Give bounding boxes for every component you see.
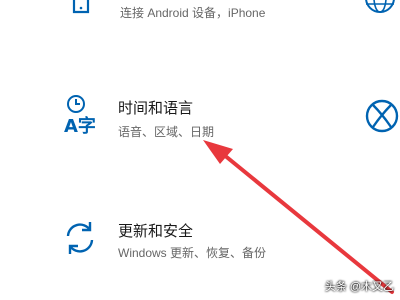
tile-update-security-description: Windows 更新、恢复、备份 xyxy=(118,246,267,260)
phone-icon xyxy=(72,0,90,14)
tile-phone-description: 连接 Android 设备，iPhone xyxy=(120,6,266,20)
tile-time-language-title: 时间和语言 xyxy=(118,100,194,117)
tile-phone[interactable]: 连接 Android 设备，iPhone xyxy=(56,0,306,30)
xbox-icon[interactable] xyxy=(362,96,400,136)
globe-icon[interactable] xyxy=(360,0,400,22)
tile-time-language[interactable]: A字 时间和语言 语音、区域、日期 xyxy=(56,90,306,146)
watermark: 头条 @木又乙 xyxy=(324,281,394,293)
time-language-icon: A字 xyxy=(64,95,96,137)
sync-icon xyxy=(66,222,94,254)
time-language-icon-text: A字 xyxy=(64,115,96,137)
tile-update-security-title: 更新和安全 xyxy=(118,223,194,240)
tile-update-security[interactable]: 更新和安全 Windows 更新、恢复、备份 xyxy=(56,214,316,270)
tile-time-language-description: 语音、区域、日期 xyxy=(118,125,215,139)
